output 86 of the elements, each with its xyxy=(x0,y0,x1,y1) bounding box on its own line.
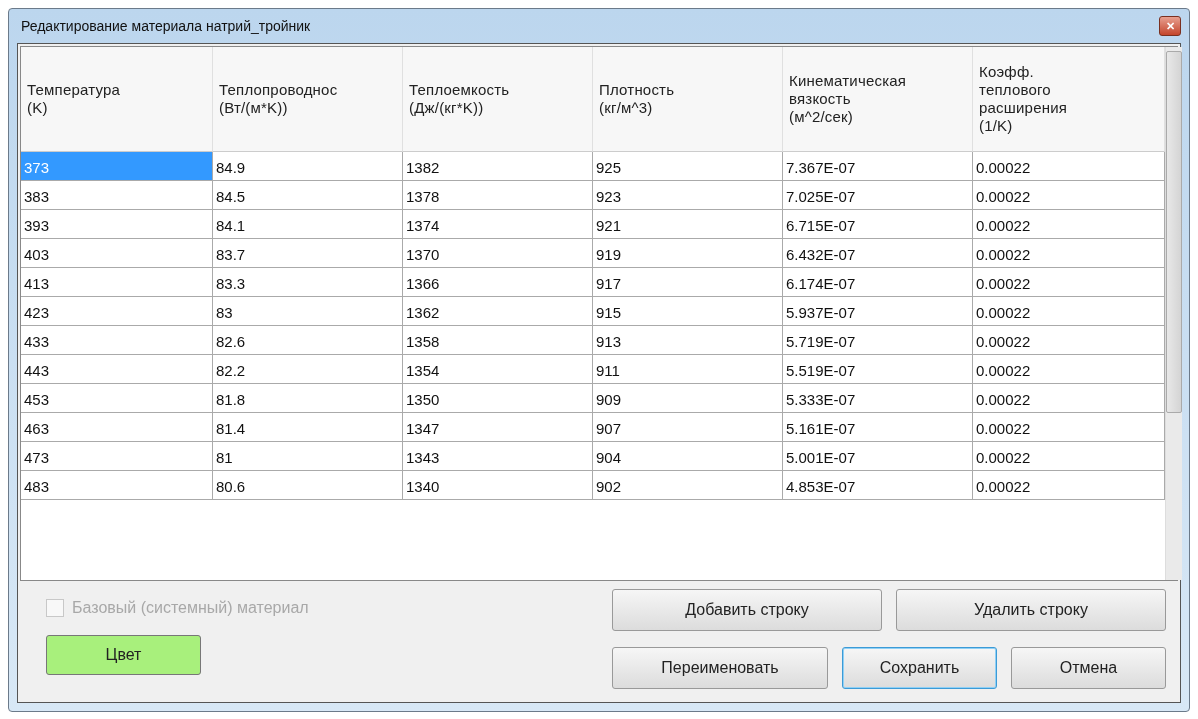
table-cell[interactable]: 5.161E-07 xyxy=(783,413,973,442)
table-cell[interactable]: 443 xyxy=(21,355,213,384)
table-cell[interactable]: 919 xyxy=(593,239,783,268)
table-cell[interactable]: 4.853E-07 xyxy=(783,471,973,500)
table-cell[interactable]: 5.001E-07 xyxy=(783,442,973,471)
table-cell[interactable]: 82.6 xyxy=(213,326,403,355)
table-cell[interactable]: 0.00022 xyxy=(973,471,1165,500)
table-cell[interactable]: 1366 xyxy=(403,268,593,297)
table-cell[interactable]: 0.00022 xyxy=(973,442,1165,471)
checkbox-label: Базовый (системный) материал xyxy=(72,599,309,617)
table-cell[interactable]: 81 xyxy=(213,442,403,471)
table-cell[interactable]: 0.00022 xyxy=(973,152,1165,181)
table-cell[interactable]: 413 xyxy=(21,268,213,297)
table-cell[interactable]: 6.174E-07 xyxy=(783,268,973,297)
table-cell[interactable]: 0.00022 xyxy=(973,384,1165,413)
column-header[interactable]: Кинематическая вязкость (м^2/сек) xyxy=(783,47,973,152)
table-cell[interactable]: 82.2 xyxy=(213,355,403,384)
table-cell[interactable]: 80.6 xyxy=(213,471,403,500)
table-cell[interactable]: 84.5 xyxy=(213,181,403,210)
column-header[interactable]: Теплоемкость (Дж/(кг*K)) xyxy=(403,47,593,152)
table-cell[interactable]: 1358 xyxy=(403,326,593,355)
table-cell[interactable]: 6.715E-07 xyxy=(783,210,973,239)
table-cell[interactable]: 0.00022 xyxy=(973,297,1165,326)
row-button[interactable]: Удалить строку xyxy=(896,589,1166,631)
table-cell[interactable]: 5.719E-07 xyxy=(783,326,973,355)
dialog-button[interactable]: Сохранить xyxy=(842,647,997,689)
table-cell[interactable]: 7.025E-07 xyxy=(783,181,973,210)
table-cell[interactable]: 83 xyxy=(213,297,403,326)
table-cell[interactable]: 433 xyxy=(21,326,213,355)
table-cell[interactable]: 383 xyxy=(21,181,213,210)
table-cell[interactable]: 81.4 xyxy=(213,413,403,442)
table-cell[interactable]: 921 xyxy=(593,210,783,239)
table-cell[interactable]: 909 xyxy=(593,384,783,413)
table-cell[interactable]: 84.9 xyxy=(213,152,403,181)
table-cell[interactable]: 0.00022 xyxy=(973,210,1165,239)
table-cell[interactable]: 423 xyxy=(21,297,213,326)
table-cell[interactable]: 902 xyxy=(593,471,783,500)
scrollbar[interactable] xyxy=(1165,47,1182,580)
table-cell[interactable]: 1374 xyxy=(403,210,593,239)
table-cell[interactable]: 83.3 xyxy=(213,268,403,297)
column-header[interactable]: Теплопроводнос (Вт/(м*K)) xyxy=(213,47,403,152)
table-cell[interactable]: 923 xyxy=(593,181,783,210)
table-cell[interactable]: 1354 xyxy=(403,355,593,384)
column-header[interactable]: Плотность (кг/м^3) xyxy=(593,47,783,152)
table-cell[interactable]: 1340 xyxy=(403,471,593,500)
table-cell[interactable]: 0.00022 xyxy=(973,326,1165,355)
table-cell[interactable]: 83.7 xyxy=(213,239,403,268)
table-cell[interactable]: 917 xyxy=(593,268,783,297)
table-cell[interactable]: 1347 xyxy=(403,413,593,442)
row-button[interactable]: Добавить строку xyxy=(612,589,882,631)
table-cell[interactable]: 1378 xyxy=(403,181,593,210)
table-cell[interactable]: 0.00022 xyxy=(973,181,1165,210)
table-cell[interactable]: 84.1 xyxy=(213,210,403,239)
table-cell[interactable]: 453 xyxy=(21,384,213,413)
column-header[interactable]: Температура (K) xyxy=(21,47,213,152)
table-cell[interactable]: 1370 xyxy=(403,239,593,268)
window-title: Редактирование материала натрий_тройник xyxy=(20,18,311,34)
table-cell[interactable]: 0.00022 xyxy=(973,413,1165,442)
table-cell[interactable]: 1382 xyxy=(403,152,593,181)
table-cell[interactable]: 483 xyxy=(21,471,213,500)
table-cell[interactable]: 1362 xyxy=(403,297,593,326)
table-cell[interactable]: 403 xyxy=(21,239,213,268)
table-cell[interactable]: 1350 xyxy=(403,384,593,413)
table-cell[interactable]: 0.00022 xyxy=(973,355,1165,384)
table-cell[interactable]: 463 xyxy=(21,413,213,442)
dialog-button[interactable]: Переименовать xyxy=(612,647,828,689)
table-cell[interactable]: 0.00022 xyxy=(973,268,1165,297)
table-cell[interactable]: 915 xyxy=(593,297,783,326)
table-cell[interactable]: 393 xyxy=(21,210,213,239)
table-cell[interactable]: 911 xyxy=(593,355,783,384)
table-cell[interactable]: 81.8 xyxy=(213,384,403,413)
column-header[interactable]: Коэфф. теплового расширения (1/K) xyxy=(973,47,1165,152)
table-cell[interactable]: 904 xyxy=(593,442,783,471)
table-cell[interactable]: 6.432E-07 xyxy=(783,239,973,268)
table-cell[interactable]: 913 xyxy=(593,326,783,355)
table-cell[interactable]: 0.00022 xyxy=(973,239,1165,268)
table-cell[interactable]: 5.519E-07 xyxy=(783,355,973,384)
table-cell[interactable]: 925 xyxy=(593,152,783,181)
table-cell[interactable]: 7.367E-07 xyxy=(783,152,973,181)
color-button[interactable]: Цвет xyxy=(46,635,201,675)
table-cell[interactable]: 473 xyxy=(21,442,213,471)
table-cell[interactable]: 1343 xyxy=(403,442,593,471)
table-cell[interactable]: 907 xyxy=(593,413,783,442)
table-cell[interactable]: 5.937E-07 xyxy=(783,297,973,326)
table-cell[interactable]: 5.333E-07 xyxy=(783,384,973,413)
dialog-button[interactable]: Отмена xyxy=(1011,647,1166,689)
